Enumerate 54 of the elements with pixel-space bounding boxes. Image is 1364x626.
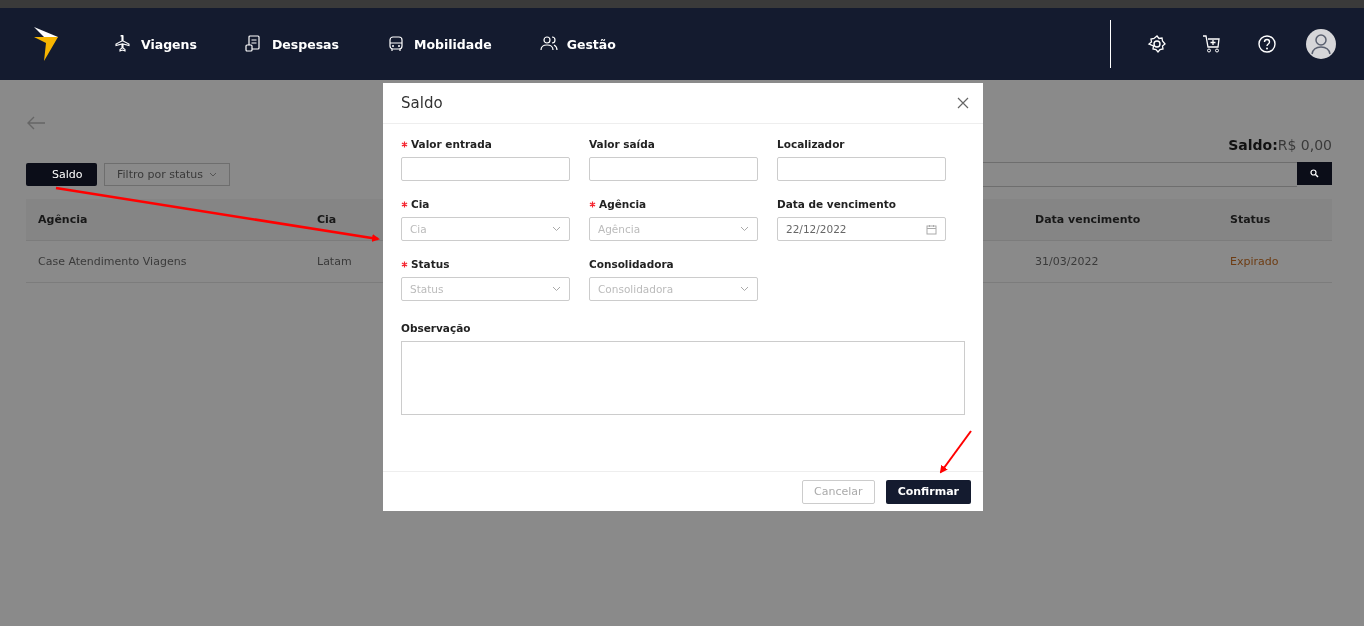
date-field[interactable]: 22/12/2022 [777, 217, 946, 241]
nav-item[interactable]: Despesas [244, 35, 339, 53]
column-header: Cia [317, 213, 337, 226]
required-asterisk-icon [401, 200, 408, 208]
field-label: Valor entrada [401, 138, 570, 150]
input-field[interactable] [589, 157, 758, 181]
cart-add-icon[interactable] [1202, 34, 1222, 54]
chevron-down-icon [209, 171, 217, 178]
required-asterisk-icon [589, 200, 596, 208]
chevron-down-icon [740, 286, 749, 292]
search-button[interactable] [1297, 162, 1332, 185]
field-label: Cia [401, 198, 570, 210]
balance-text: Saldo:R$ 0,00 [1228, 137, 1332, 155]
input-field[interactable] [401, 157, 570, 181]
column-header: Status [1230, 213, 1271, 226]
annotation-arrow [939, 430, 972, 474]
users-icon [539, 35, 558, 53]
input-field[interactable] [777, 157, 946, 181]
chevron-down-icon [552, 226, 561, 232]
settings-icon[interactable] [1147, 34, 1167, 54]
table-cell: Case Atendimento Viagens [38, 255, 187, 268]
nav-item[interactable]: Mobilidade [387, 35, 492, 53]
column-header: Data vencimento [1035, 213, 1141, 226]
nav-item[interactable]: Viagens [114, 35, 197, 53]
calendar-icon [926, 223, 937, 235]
field-label: Status [401, 258, 570, 270]
field-label: Consolidadora [589, 258, 675, 270]
close-icon[interactable] [957, 97, 969, 109]
user-avatar[interactable] [1306, 29, 1336, 59]
bus-icon [387, 35, 405, 53]
required-asterisk-icon [401, 140, 408, 148]
chevron-down-icon [552, 286, 561, 292]
receipt-icon [244, 35, 263, 53]
table-cell: Latam [317, 255, 352, 268]
dialog-title: Saldo [401, 94, 443, 112]
logo-icon[interactable] [32, 27, 60, 61]
textarea-field[interactable] [401, 341, 965, 415]
field-label: Observação [401, 322, 472, 334]
search-icon [1310, 169, 1319, 178]
field-label: Agência [589, 198, 758, 210]
chevron-down-icon [740, 226, 749, 232]
nav-item[interactable]: Gestão [539, 35, 616, 53]
required-asterisk-icon [401, 260, 408, 268]
help-icon[interactable] [1257, 34, 1277, 54]
confirm-button[interactable]: Confirmar [885, 479, 971, 504]
column-header: Agência [38, 213, 88, 226]
field-label: Data de vencimento [777, 198, 897, 210]
table-cell: Expirado [1230, 255, 1279, 268]
plane-icon [114, 35, 132, 53]
field-label: Valor saída [589, 138, 656, 150]
status-filter-dropdown[interactable]: Filtro por status [104, 163, 230, 186]
field-label: Localizador [777, 138, 846, 150]
saldo-button[interactable]: Saldo [26, 163, 97, 186]
table-cell: 31/03/2022 [1035, 255, 1099, 268]
